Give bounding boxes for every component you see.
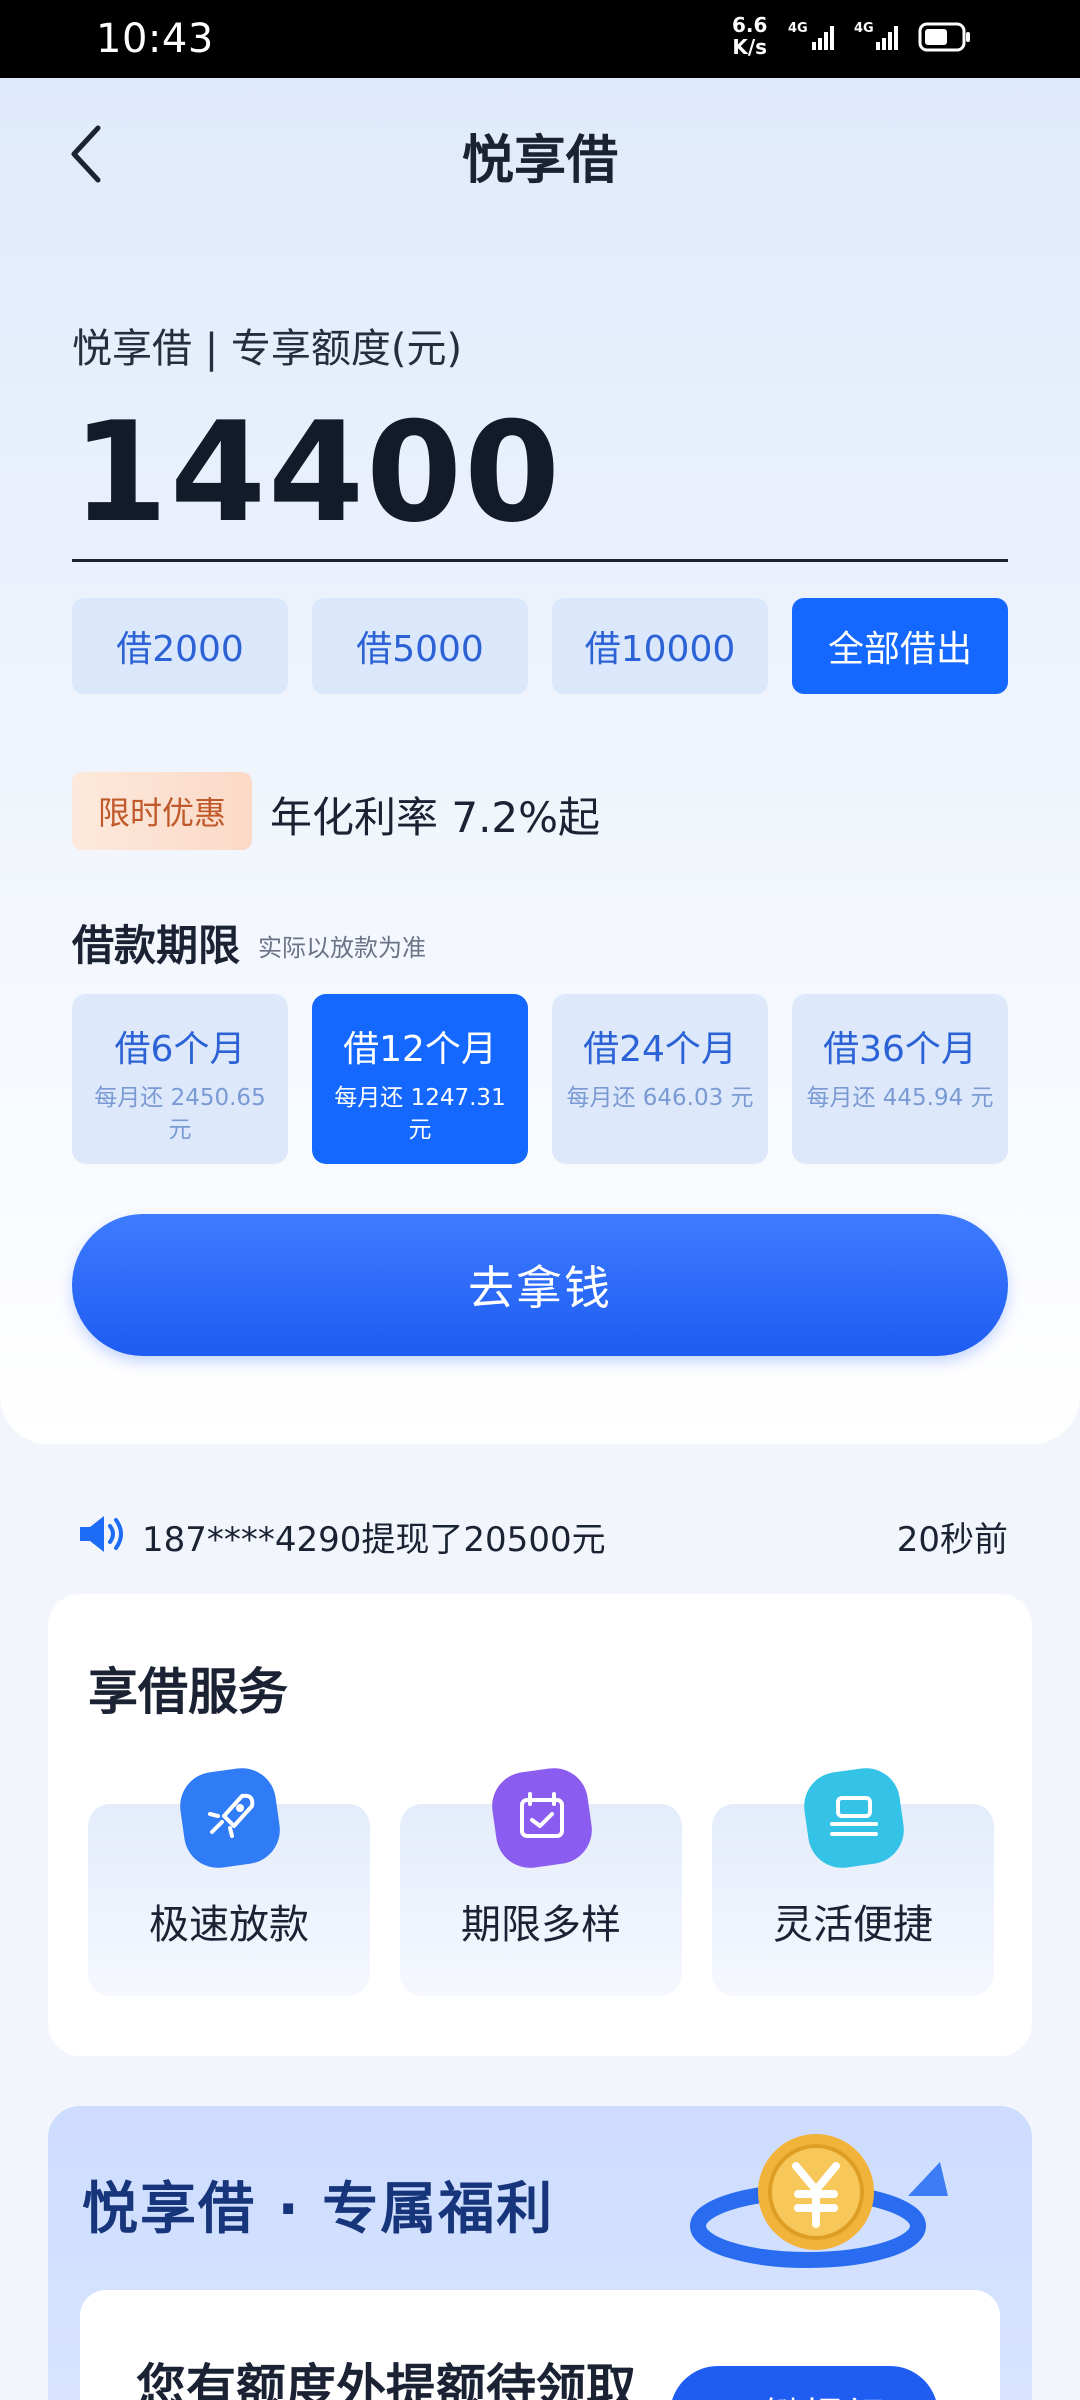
svg-text:4G: 4G xyxy=(854,21,874,36)
amount-option-2000[interactable]: 借2000 xyxy=(72,598,288,694)
status-time: 10:43 xyxy=(96,16,214,62)
term-option-6[interactable]: 借6个月 每月还 2450.65 元 xyxy=(72,994,288,1164)
term-name: 借6个月 xyxy=(114,1029,246,1070)
benefits-card: 悦享借 · 专属福利 您有额度外提额待领取 一键提额 xyxy=(48,2106,1032,2400)
service-label: 极速放款 xyxy=(149,1902,309,1948)
term-payment: 每月还 646.03 元 xyxy=(566,1085,754,1111)
signal-battery-icon: 4G 4G xyxy=(788,21,970,52)
term-option-24[interactable]: 借24个月 每月还 646.03 元 xyxy=(552,994,768,1164)
promo-badge: 限时优惠 xyxy=(72,772,252,850)
yuan-coin-icon xyxy=(690,2134,948,2268)
net-speed: 6.6 K/s xyxy=(732,13,768,59)
amount-option-all[interactable]: 全部借出 xyxy=(792,598,1008,694)
interest-rate-text: 年化利率 7.2%起 xyxy=(270,793,601,842)
quota-amount-input[interactable]: 14400 xyxy=(72,398,562,548)
benefits-title: 悦享借 · 专属福利 xyxy=(82,2177,555,2242)
services-card: 享借服务 极速放款 期限多样 灵活便捷 xyxy=(48,1594,1032,2056)
stack-icon xyxy=(804,1768,904,1868)
term-note: 实际以放款为准 xyxy=(258,934,426,962)
service-label: 期限多样 xyxy=(461,1902,621,1948)
amount-option-10000[interactable]: 借10000 xyxy=(552,598,768,694)
quota-underline xyxy=(72,559,1008,562)
credit-boost-button[interactable]: 一键提额 xyxy=(670,2366,938,2400)
ticker-text: 187****4290提现了20500元 xyxy=(142,1520,606,1560)
service-convenient[interactable]: 灵活便捷 xyxy=(712,1768,994,1996)
calendar-check-icon xyxy=(492,1768,592,1868)
term-option-12[interactable]: 借12个月 每月还 1247.31 元 xyxy=(312,994,528,1164)
amount-option-5000[interactable]: 借5000 xyxy=(312,598,528,694)
service-flexible-terms[interactable]: 期限多样 xyxy=(400,1768,682,1996)
credit-boost-card: 您有额度外提额待领取 一键提额 xyxy=(80,2290,1000,2400)
term-name: 借12个月 xyxy=(343,1029,497,1070)
page-title: 悦享借 xyxy=(461,131,618,191)
quota-label: 悦享借 | 专享额度(元) xyxy=(72,326,463,372)
credit-boost-text: 您有额度外提额待领取 xyxy=(136,2359,636,2400)
loan-hero-panel: 悦享借 悦享借 | 专享额度(元) 14400 借2000 借5000 借100… xyxy=(0,78,1080,1444)
status-bar: 10:43 6.6 K/s 4G 4G xyxy=(0,0,1080,78)
svg-text:4G: 4G xyxy=(788,21,808,36)
term-title: 借款期限 xyxy=(72,921,241,970)
term-name: 借24个月 xyxy=(583,1029,737,1070)
term-payment: 每月还 445.94 元 xyxy=(806,1085,994,1111)
service-fast-loan[interactable]: 极速放款 xyxy=(88,1768,370,1996)
term-name: 借36个月 xyxy=(823,1029,977,1070)
withdraw-ticker: 187****4290提现了20500元 20秒前 xyxy=(72,1508,1008,1560)
speaker-icon xyxy=(80,1516,123,1552)
services-title: 享借服务 xyxy=(88,1663,288,1721)
term-payment: 每月还 2450.65 元 xyxy=(94,1085,266,1143)
ticker-time: 20秒前 xyxy=(896,1520,1008,1560)
get-money-button[interactable]: 去拿钱 xyxy=(72,1214,1008,1356)
term-options: 借6个月 每月还 2450.65 元 借12个月 每月还 1247.31 元 借… xyxy=(72,994,1008,1164)
amount-options: 借2000 借5000 借10000 全部借出 xyxy=(72,598,1008,694)
term-option-36[interactable]: 借36个月 每月还 445.94 元 xyxy=(792,994,1008,1164)
service-label: 灵活便捷 xyxy=(773,1902,933,1948)
rocket-icon xyxy=(180,1768,280,1868)
term-payment: 每月还 1247.31 元 xyxy=(334,1085,506,1143)
